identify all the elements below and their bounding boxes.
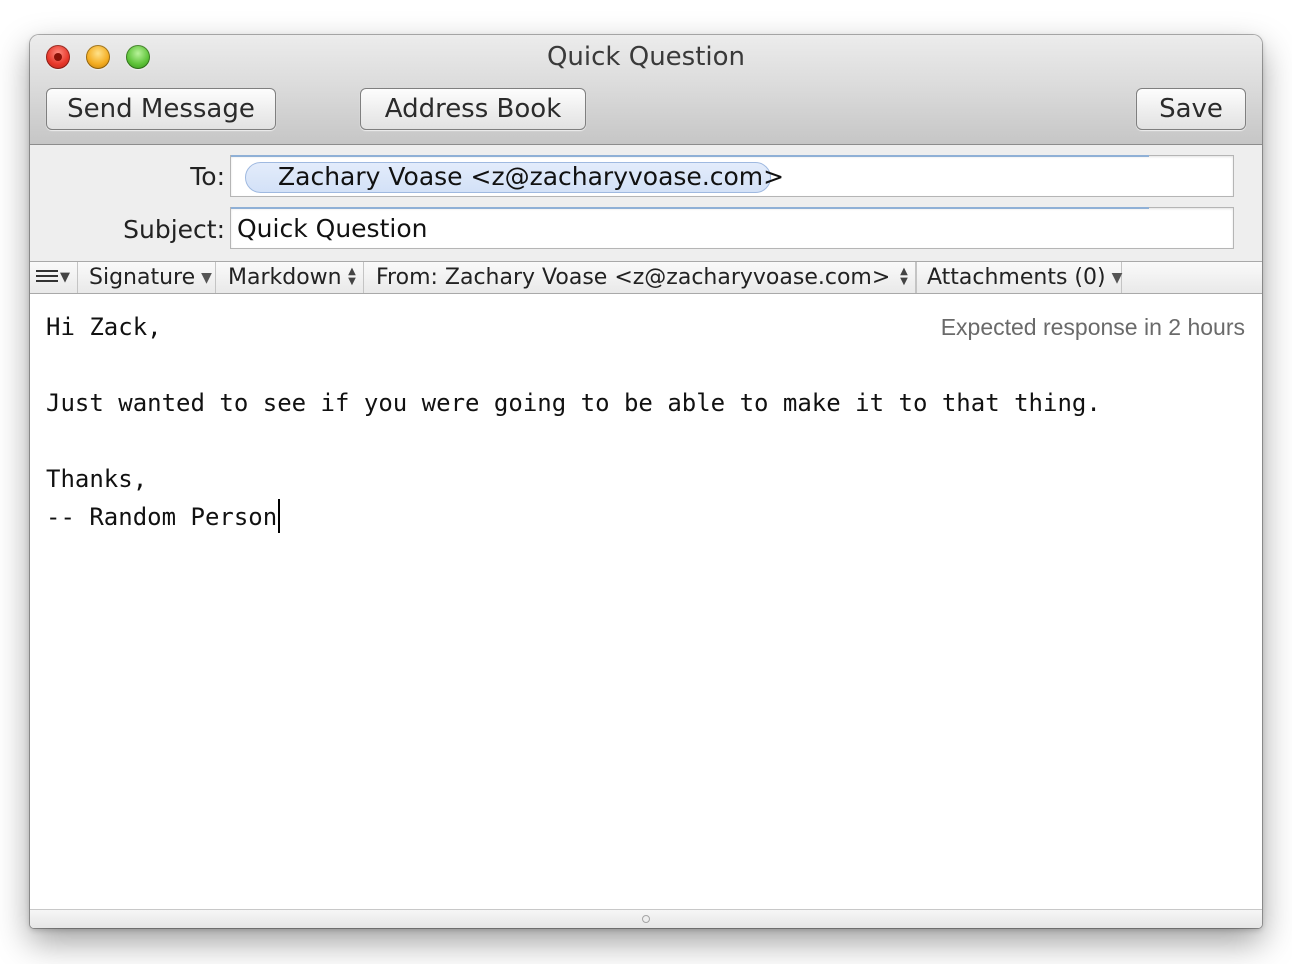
message-body[interactable]: Hi Zack, Just wanted to see if you were … [46, 308, 1101, 536]
hamburger-menu-icon [36, 270, 58, 284]
bottom-bar [30, 909, 1262, 928]
window-title: Quick Question [546, 42, 746, 72]
attachments-label: Attachments (0) [927, 265, 1106, 290]
save-button[interactable]: Save [1136, 88, 1246, 130]
send-message-button[interactable]: Send Message [46, 88, 276, 130]
to-field[interactable]: Zachary Voase <z@zacharyvoase.com> [230, 155, 1234, 197]
subject-field[interactable]: Quick Question [230, 207, 1234, 249]
signature-label: Signature [89, 265, 196, 290]
address-book-button[interactable]: Address Book [360, 88, 586, 130]
format-label: Markdown [228, 265, 342, 290]
compose-window: Quick Question Send Message Address Book… [30, 35, 1262, 928]
format-select[interactable]: Markdown ▲ ▼ [216, 262, 364, 293]
message-body-editor[interactable]: Hi Zack, Just wanted to see if you were … [30, 294, 1262, 909]
action-menu-button[interactable]: ▼ [30, 262, 78, 293]
attachments-popup[interactable]: Attachments (0) ▼ [916, 262, 1122, 293]
title-bar: Quick Question Send Message Address Book… [30, 35, 1262, 145]
text-caret [278, 499, 281, 533]
triangle-down-icon: ▼ [201, 270, 212, 286]
to-label: To: [190, 162, 225, 191]
format-bar: ▼ Signature ▼ Markdown ▲ ▼ From: Zachary V… [30, 261, 1262, 294]
expected-response-note: Expected response in 2 hours [940, 314, 1245, 340]
recipient-token[interactable]: Zachary Voase <z@zacharyvoase.com> [245, 162, 784, 193]
header-fields: To: Zachary Voase <z@zacharyvoase.com> S… [30, 145, 1262, 261]
from-select[interactable]: From: Zachary Voase <z@zacharyvoase.com>… [364, 262, 916, 293]
resize-handle[interactable] [642, 915, 650, 923]
subject-value: Quick Question [237, 214, 428, 243]
signature-popup[interactable]: Signature ▼ [78, 262, 216, 293]
message-body-text: Hi Zack, Just wanted to see if you were … [46, 313, 1101, 531]
up-down-arrows-icon: ▲ ▼ [348, 266, 356, 287]
from-label: From: Zachary Voase <z@zacharyvoase.com> [376, 265, 891, 290]
triangle-down-icon: ▼ [1111, 270, 1123, 286]
subject-label: Subject: [123, 215, 225, 244]
up-down-arrows-icon: ▲ ▼ [900, 266, 908, 287]
triangle-down-icon: ▼ [60, 270, 70, 285]
